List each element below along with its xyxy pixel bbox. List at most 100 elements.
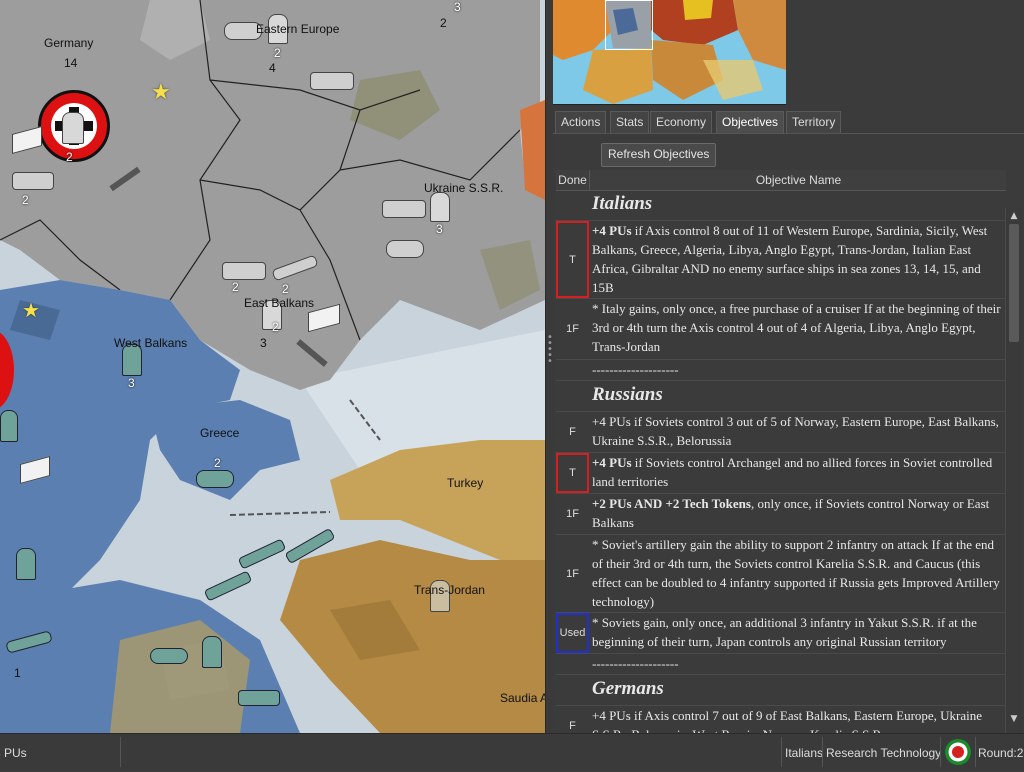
done-cell <box>556 360 589 380</box>
unit-count: 3 <box>436 222 443 236</box>
minimap-viewport[interactable] <box>605 0 653 50</box>
objective-separator[interactable]: -------------------- <box>556 654 1006 675</box>
tab-economy[interactable]: Economy <box>650 111 713 133</box>
tab-stats[interactable]: Stats <box>610 111 650 133</box>
territory-label-greece: Greece <box>200 426 240 440</box>
territory-label-saudia: Saudia A <box>500 691 545 705</box>
objective-row[interactable]: 1F * Italy gains, only once, a free purch… <box>556 299 1006 360</box>
status-divider <box>120 737 121 767</box>
territory-label-turkey: Turkey <box>447 476 484 490</box>
tank-icon <box>382 200 426 218</box>
game-map[interactable]: ★ ★ Germany 14 Eastern Europe 4 Ukraine … <box>0 0 545 733</box>
done-cell: F <box>569 426 576 438</box>
objective-separator[interactable]: -------------------- <box>556 360 1006 381</box>
unit-count: 3 <box>454 0 461 14</box>
objective-text: +4 PUs if Axis control 8 out of 11 of We… <box>592 221 1002 297</box>
minimap[interactable] <box>553 0 786 105</box>
done-cell: F <box>569 720 576 732</box>
done-cell: 1F <box>566 508 579 520</box>
tank-icon <box>222 262 266 280</box>
scrollbar-thumb[interactable] <box>1009 224 1019 342</box>
objectives-table: Done Objective Name Italians T +4 PUs if A… <box>556 170 1024 733</box>
territory-label-eastern-europe: Eastern Europe <box>256 22 340 36</box>
territory-value-germany: 14 <box>64 56 78 70</box>
done-cell <box>556 190 589 220</box>
objective-text: +4 PUs if Soviets control 3 out of 5 of … <box>592 414 999 448</box>
objective-row[interactable]: 1F +2 PUs AND +2 Tech Tokens, only once, … <box>556 494 1006 535</box>
tab-actions[interactable]: Actions <box>555 111 607 133</box>
territory-label-trans-jordan: Trans-Jordan <box>414 583 485 597</box>
tab-bar: Actions Stats Economy Objectives Territo… <box>553 111 1024 134</box>
table-header: Done Objective Name <box>556 170 1006 191</box>
territory-label-germany: Germany <box>44 36 94 50</box>
objective-text: * Italy gains, only once, a free purchas… <box>592 301 1001 354</box>
done-cell <box>556 654 589 674</box>
objective-row[interactable]: T +4 PUs if Axis control 8 out of 11 of W… <box>556 221 1006 299</box>
scroll-up-icon[interactable]: ▲ <box>1006 208 1022 224</box>
minimap-terrain <box>553 0 786 104</box>
objective-reward: +4 PUs <box>592 455 632 470</box>
done-cell: T <box>556 221 589 298</box>
done-cell <box>556 381 589 411</box>
tank-icon <box>12 172 54 190</box>
objective-text: +4 PUs if Axis control 7 out of 9 of Eas… <box>592 708 983 733</box>
group-title: Italians <box>592 193 653 214</box>
unit-count: 2 <box>22 193 29 207</box>
unit-count: 3 <box>260 336 267 350</box>
artillery-icon <box>150 648 188 664</box>
column-header-done[interactable]: Done <box>556 170 589 190</box>
infantry-icon <box>62 112 84 144</box>
status-divider <box>975 737 976 767</box>
italian-roundel-icon <box>944 738 972 766</box>
unit-count: 2 <box>66 150 73 164</box>
refresh-objectives-button[interactable]: Refresh Objectives <box>601 143 717 167</box>
objective-group-header[interactable]: Russians <box>556 381 1006 412</box>
column-header-objective-name[interactable]: Objective Name <box>589 170 1007 190</box>
infantry-icon <box>0 410 18 442</box>
status-round: Round:2 <box>978 746 1024 760</box>
objective-group-header[interactable]: Italians <box>556 190 1006 221</box>
status-divider <box>822 737 823 767</box>
group-title: Germans <box>592 678 664 699</box>
side-panel: Actions Stats Economy Objectives Territo… <box>553 0 1024 733</box>
separator-text: -------------------- <box>592 362 679 377</box>
scroll-down-icon[interactable]: ▼ <box>1006 711 1022 727</box>
tab-objectives[interactable]: Objectives <box>716 111 785 133</box>
done-cell: Used <box>556 613 589 653</box>
status-divider <box>940 737 941 767</box>
objective-group-header[interactable]: Germans <box>556 675 1006 706</box>
objective-row[interactable]: F +4 PUs if Axis control 7 out of 9 of Ea… <box>556 706 1006 733</box>
objective-text: +2 PUs AND +2 Tech Tokens, only once, if… <box>592 494 1002 532</box>
objective-condition: if Axis control 8 out of 11 of Western E… <box>592 223 988 295</box>
status-step: Research Technology <box>826 746 942 760</box>
infantry-icon <box>430 192 450 222</box>
objective-text: * Soviet's artillery gain the ability to… <box>592 537 1000 609</box>
objective-row[interactable]: 1F * Soviet's artillery gain the ability … <box>556 535 1006 613</box>
objective-text: +4 PUs if Soviets control Archangel and … <box>592 453 1002 491</box>
objective-row[interactable]: T +4 PUs if Soviets control Archangel and… <box>556 453 1006 494</box>
unit-count: 2 <box>282 282 289 296</box>
capital-star-icon: ★ <box>22 298 40 322</box>
capital-star-icon: ★ <box>151 80 171 105</box>
tab-territory[interactable]: Territory <box>786 111 842 133</box>
unit-count: 2 <box>440 16 447 30</box>
done-cell <box>556 675 589 705</box>
territory-label-east-balkans: East Balkans <box>244 296 315 310</box>
status-player: Italians <box>785 746 824 760</box>
objective-reward: +4 PUs <box>592 223 632 238</box>
vertical-scrollbar[interactable]: ▲ ▼ <box>1005 208 1022 733</box>
unit-count: 2 <box>232 280 239 294</box>
done-cell: 1F <box>566 323 579 335</box>
tank-icon <box>310 72 354 90</box>
done-cell: T <box>556 453 589 493</box>
objective-row[interactable]: Used * Soviets gain, only once, an additi… <box>556 613 1006 654</box>
infantry-icon <box>202 636 222 668</box>
status-bar: 8 PUs Italians Research Technology Round… <box>0 733 1024 769</box>
infantry-icon <box>16 548 36 580</box>
objective-row[interactable]: F +4 PUs if Soviets control 3 out of 5 of… <box>556 412 1006 453</box>
unit-count: 2 <box>274 46 281 60</box>
status-divider <box>781 737 782 767</box>
unit-count: 2 <box>214 456 221 470</box>
unit-count: 2 <box>272 320 279 334</box>
objective-condition: if Soviets control Archangel and no alli… <box>592 455 993 489</box>
